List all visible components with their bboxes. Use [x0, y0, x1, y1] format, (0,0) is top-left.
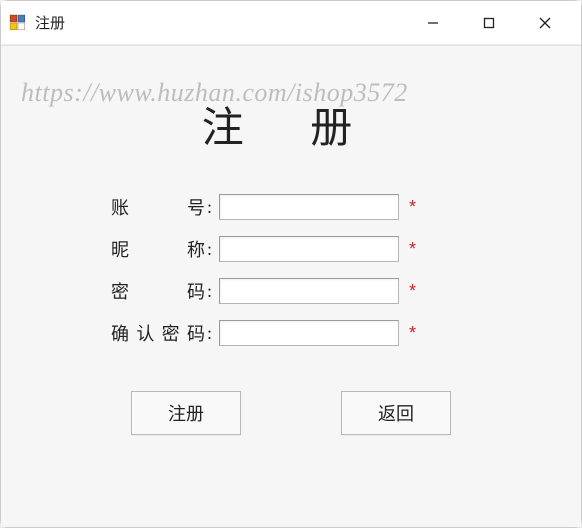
- input-confirm-password[interactable]: [219, 320, 399, 346]
- register-button[interactable]: 注册: [131, 391, 241, 435]
- required-asterisk: *: [409, 281, 416, 302]
- close-icon: [538, 16, 552, 30]
- label-nickname: 昵称: [111, 236, 207, 262]
- maximize-icon: [482, 16, 496, 30]
- colon: :: [207, 281, 219, 302]
- app-icon: [9, 14, 27, 32]
- page-heading: 注 册: [1, 94, 581, 155]
- row-password: 密码 : *: [111, 270, 471, 312]
- close-button[interactable]: [517, 1, 573, 44]
- colon: :: [207, 197, 219, 218]
- registration-form: 账号 : * 昵称 : * 密码 : * 确认密码 : *: [111, 186, 471, 354]
- required-asterisk: *: [409, 323, 416, 344]
- required-asterisk: *: [409, 239, 416, 260]
- minimize-icon: [426, 16, 440, 30]
- colon: :: [207, 239, 219, 260]
- back-button[interactable]: 返回: [341, 391, 451, 435]
- window-controls: [405, 1, 573, 44]
- row-nickname: 昵称 : *: [111, 228, 471, 270]
- label-username: 账号: [111, 194, 207, 220]
- row-username: 账号 : *: [111, 186, 471, 228]
- titlebar: 注册: [1, 1, 581, 45]
- label-password: 密码: [111, 278, 207, 304]
- label-confirm-password: 确认密码: [111, 320, 207, 346]
- input-nickname[interactable]: [219, 236, 399, 262]
- button-row: 注册 返回: [131, 391, 451, 435]
- minimize-button[interactable]: [405, 1, 461, 44]
- input-password[interactable]: [219, 278, 399, 304]
- maximize-button[interactable]: [461, 1, 517, 44]
- window-title: 注册: [35, 12, 65, 33]
- colon: :: [207, 323, 219, 344]
- input-username[interactable]: [219, 194, 399, 220]
- client-area: https://www.huzhan.com/ishop3572 注 册 账号 …: [1, 45, 581, 527]
- app-window: 注册 https://www.huzhan.com/ishop3572 注 册 …: [0, 0, 582, 528]
- required-asterisk: *: [409, 197, 416, 218]
- row-confirm-password: 确认密码 : *: [111, 312, 471, 354]
